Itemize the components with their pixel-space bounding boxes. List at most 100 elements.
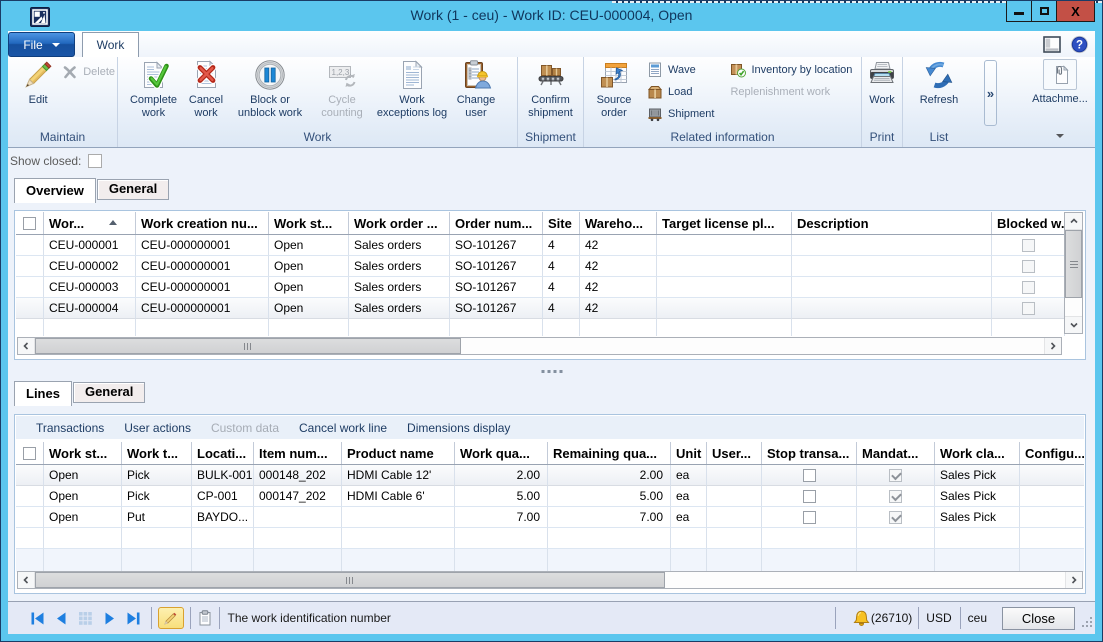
cell[interactable] [792, 298, 992, 319]
overview_grid-row-1[interactable]: CEU-000001CEU-000000001OpenSales ordersS… [16, 235, 1065, 256]
cell[interactable]: SO-101267 [450, 298, 543, 319]
resize-grip[interactable] [1080, 615, 1093, 628]
cell[interactable]: CEU-000000001 [136, 256, 269, 277]
column-header-wareho[interactable]: Wareho... [580, 212, 657, 234]
cell[interactable]: 42 [580, 277, 657, 298]
column-header-work-st[interactable]: Work st... [269, 212, 349, 234]
cell[interactable]: 5.00 [455, 486, 548, 507]
nav-last-icon[interactable] [126, 611, 141, 626]
titlebar[interactable]: Work (1 - ceu) - Work ID: CEU-000004, Op… [1, 1, 1102, 31]
unchecked-checkbox[interactable] [762, 507, 857, 528]
overview-hscroll-thumb[interactable] [35, 338, 461, 354]
cell[interactable]: Open [269, 298, 349, 319]
cell[interactable]: HDMI Cable 12' [342, 465, 455, 486]
cell[interactable]: CEU-000000001 [136, 277, 269, 298]
cell[interactable]: Put [122, 507, 192, 528]
line-action-transactions[interactable]: Transactions [36, 421, 104, 435]
unchecked-checkbox[interactable] [992, 256, 1065, 277]
ribbon-overflow-button[interactable]: » [984, 60, 997, 126]
cell[interactable] [1020, 507, 1084, 528]
column-header-target-license-pl[interactable]: Target license pl... [657, 212, 792, 234]
grid-view-icon[interactable] [78, 611, 93, 626]
overview-tab-overview[interactable]: Overview [14, 178, 96, 203]
select-all-checkbox[interactable] [16, 442, 44, 464]
cell[interactable]: Sales orders [349, 298, 450, 319]
cell[interactable]: BAYDO... [192, 507, 254, 528]
cell[interactable] [707, 507, 762, 528]
column-header-site[interactable]: Site [543, 212, 580, 234]
cell[interactable] [1020, 465, 1084, 486]
cancel-work-button[interactable]: Cancel work [182, 59, 230, 120]
scroll-left-button[interactable] [18, 572, 35, 588]
work-exceptions-button[interactable]: Work exceptions log [374, 59, 450, 120]
cell[interactable]: 2.00 [548, 465, 671, 486]
cell[interactable] [707, 465, 762, 486]
checked-checkbox[interactable] [857, 486, 935, 507]
company-indicator[interactable]: ceu [965, 611, 990, 625]
lines_grid-row-2[interactable]: OpenPickCP-001000147_202HDMI Cable 6'5.0… [16, 486, 1084, 507]
column-header-work-order[interactable]: Work order ... [349, 212, 450, 234]
column-header-work-st[interactable]: Work st... [44, 442, 122, 464]
cell[interactable]: HDMI Cable 6' [342, 486, 455, 507]
cell[interactable] [254, 507, 342, 528]
lines-hscroll-thumb[interactable] [35, 572, 665, 588]
lines-tab-lines[interactable]: Lines [14, 381, 72, 406]
cell[interactable]: Open [269, 277, 349, 298]
column-header-remaining-qua[interactable]: Remaining qua... [548, 442, 671, 464]
nav-next-icon[interactable] [102, 611, 117, 626]
attachments-button[interactable]: Attachme... [1015, 59, 1095, 106]
help-icon[interactable]: ? [1070, 35, 1089, 54]
cell[interactable]: 5.00 [548, 486, 671, 507]
cell[interactable]: 2.00 [455, 465, 548, 486]
edit-button[interactable]: Edit [16, 59, 60, 107]
bell-icon[interactable] [853, 610, 870, 627]
column-header-work-t[interactable]: Work t... [122, 442, 192, 464]
currency-indicator[interactable]: USD [923, 611, 955, 625]
show-closed-checkbox[interactable] [88, 154, 102, 168]
cell[interactable]: Open [44, 465, 122, 486]
cell[interactable]: Open [269, 235, 349, 256]
column-header-work-qua[interactable]: Work qua... [455, 442, 548, 464]
cell[interactable]: ea [671, 507, 707, 528]
row-select-checkbox[interactable] [16, 298, 44, 319]
line-action-custom-data[interactable]: Custom data [211, 421, 279, 435]
row-select-checkbox[interactable] [16, 256, 44, 277]
cell[interactable]: CEU-000004 [44, 298, 136, 319]
unchecked-checkbox[interactable] [992, 298, 1065, 319]
cell[interactable] [657, 277, 792, 298]
cell[interactable]: Open [44, 486, 122, 507]
lines_grid-row-1[interactable]: OpenPickBULK-001000148_202HDMI Cable 12'… [16, 465, 1084, 486]
lines-tab-general[interactable]: General [73, 382, 145, 403]
column-header-configu[interactable]: Configu... [1020, 442, 1084, 464]
column-header-order-num[interactable]: Order num... [450, 212, 543, 234]
line-action-dimensions-display[interactable]: Dimensions display [407, 421, 510, 435]
unchecked-checkbox[interactable] [992, 277, 1065, 298]
row-select-checkbox[interactable] [16, 465, 44, 486]
overview-tab-general[interactable]: General [97, 179, 169, 200]
cell[interactable]: 7.00 [455, 507, 548, 528]
wave-button[interactable]: Wave [645, 59, 716, 81]
overview-grid-vscrollbar[interactable] [1064, 212, 1083, 334]
alerts-count[interactable]: (26710) [870, 611, 914, 625]
select-all-checkbox[interactable] [16, 212, 44, 234]
refresh-button[interactable]: Refresh [909, 59, 969, 107]
cell[interactable]: SO-101267 [450, 256, 543, 277]
cell[interactable]: CEU-000001 [44, 235, 136, 256]
column-header-work-cla[interactable]: Work cla... [935, 442, 1020, 464]
cell[interactable]: 42 [580, 235, 657, 256]
edit-mode-button[interactable] [158, 607, 184, 629]
cell[interactable]: BULK-001 [192, 465, 254, 486]
overview_grid-row-3[interactable]: CEU-000003CEU-000000001OpenSales ordersS… [16, 277, 1065, 298]
ribbon-tab-work[interactable]: Work [82, 32, 139, 57]
unchecked-checkbox[interactable] [762, 486, 857, 507]
nav-prev-icon[interactable] [54, 611, 69, 626]
source-order-button[interactable]: Source order [589, 59, 639, 120]
cell[interactable] [1020, 486, 1084, 507]
column-header-description[interactable]: Description [792, 212, 992, 234]
cell[interactable]: 4 [543, 235, 580, 256]
scroll-right-button[interactable] [1065, 572, 1082, 588]
lines_grid-row-3[interactable]: OpenPutBAYDO...7.007.00eaSales Pick [16, 507, 1084, 528]
complete-work-button[interactable]: Complete work [125, 59, 182, 120]
cell[interactable]: ea [671, 486, 707, 507]
cell[interactable]: Open [269, 256, 349, 277]
